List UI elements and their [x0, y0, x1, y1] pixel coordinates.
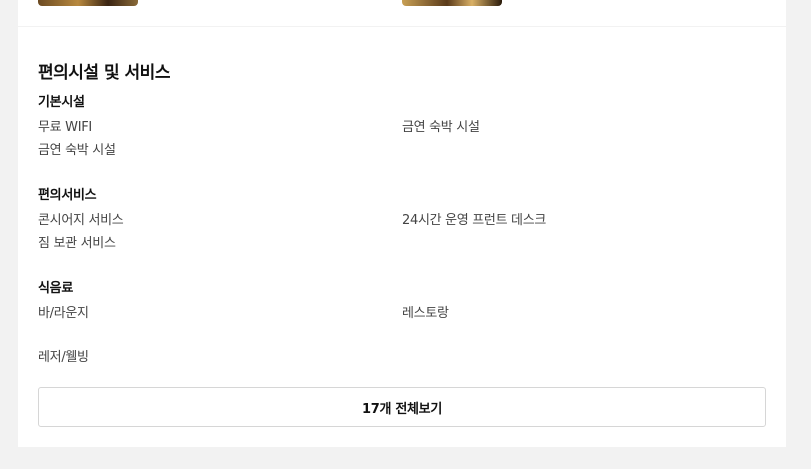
photo-strip	[18, 0, 786, 26]
amenity-item: 콘시어지 서비스	[38, 213, 124, 228]
amenity-list: 콘시어지 서비스 24시간 운영 프런트 데스크 짐 보관 서비스	[38, 211, 766, 253]
amenity-list: 바/라운지 레스토랑	[38, 304, 766, 323]
group-title: 편의서비스	[38, 188, 97, 203]
amenity-list: 무료 WIFI 금연 숙박 시설 금연 숙박 시설	[38, 118, 766, 160]
amenity-category-leisure: 레저/웰빙	[38, 350, 89, 365]
group-title: 기본시설	[38, 95, 85, 110]
amenity-item: 24시간 운영 프런트 데스크	[402, 213, 547, 228]
amenity-item: 금연 숙박 시설	[38, 143, 116, 158]
amenity-item: 금연 숙박 시설	[402, 120, 480, 135]
amenity-group-services: 편의서비스 콘시어지 서비스 24시간 운영 프런트 데스크 짐 보관 서비스	[38, 186, 766, 253]
amenities-section: 편의시설 및 서비스 기본시설 무료 WIFI 금연 숙박 시설 금연 숙박 시…	[18, 27, 786, 447]
amenity-item: 짐 보관 서비스	[38, 236, 116, 251]
hotel-photo-thumbnail[interactable]	[38, 0, 138, 6]
group-title: 식음료	[38, 281, 73, 296]
amenity-group-food: 식음료 바/라운지 레스토랑	[38, 279, 766, 323]
amenity-item: 바/라운지	[38, 306, 89, 321]
amenity-item: 무료 WIFI	[38, 120, 92, 135]
view-all-amenities-button[interactable]: 17개 전체보기	[38, 387, 766, 427]
hotel-photo-thumbnail[interactable]	[402, 0, 502, 6]
section-title: 편의시설 및 서비스	[38, 63, 170, 83]
amenity-group-basic: 기본시설 무료 WIFI 금연 숙박 시설 금연 숙박 시설	[38, 93, 766, 160]
amenity-item: 레스토랑	[402, 306, 449, 321]
